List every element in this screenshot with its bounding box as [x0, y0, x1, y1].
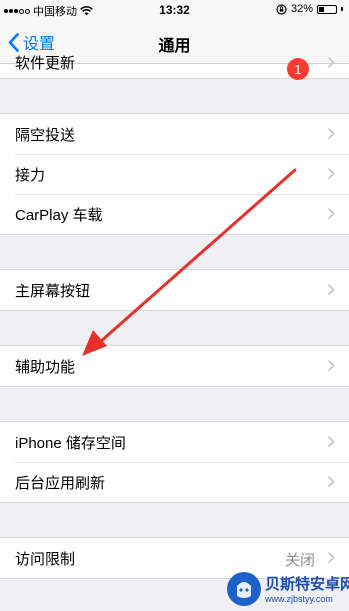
row-accessibility[interactable]: 辅助功能 — [0, 346, 349, 386]
chevron-right-icon — [327, 551, 335, 564]
update-badge: 1 — [287, 58, 309, 80]
row-detail: 关闭 — [284, 552, 315, 569]
chevron-right-icon — [327, 56, 335, 69]
status-right: 32% — [276, 3, 343, 15]
chevron-right-icon — [327, 167, 335, 180]
battery-icon — [317, 4, 337, 14]
row-background-refresh[interactable]: 后台应用刷新 — [0, 462, 349, 502]
watermark: 贝斯特安卓网 www.zjbstyy.com — [227, 570, 349, 610]
row-label: 隔空投送 — [15, 126, 76, 144]
rotation-lock-icon — [276, 3, 287, 15]
battery-percent: 32% — [290, 3, 313, 15]
row-label: 访问限制 — [15, 550, 76, 568]
row-label: CarPlay 车载 — [15, 206, 103, 224]
row-label: 主屏幕按钮 — [15, 282, 91, 300]
chevron-right-icon — [327, 283, 335, 296]
chevron-right-icon — [327, 127, 335, 140]
group-continuity: 隔空投送 接力 CarPlay 车载 — [0, 113, 349, 235]
group-storage: iPhone 储存空间 后台应用刷新 — [0, 421, 349, 503]
row-label: iPhone 储存空间 — [15, 434, 126, 452]
chevron-right-icon — [327, 475, 335, 488]
row-iphone-storage[interactable]: iPhone 储存空间 — [0, 422, 349, 462]
software-update-label[interactable]: 软件更新 — [15, 52, 75, 73]
row-label: 接力 — [15, 166, 46, 184]
group-accessibility: 辅助功能 — [0, 345, 349, 387]
group-software-update: 软件更新 1 — [0, 55, 349, 80]
battery-cap — [341, 7, 343, 11]
row-handoff[interactable]: 接力 — [0, 154, 349, 194]
settings-list: 软件更新 1 隔空投送 接力 CarPlay 车载 主屏幕按钮 辅助功能 iPh… — [0, 55, 349, 579]
battery-fill — [319, 6, 325, 12]
row-label: 后台应用刷新 — [15, 474, 106, 492]
row-carplay[interactable]: CarPlay 车载 — [0, 194, 349, 234]
watermark-logo-icon — [227, 572, 261, 606]
row-airdrop[interactable]: 隔空投送 — [0, 114, 349, 154]
chevron-right-icon — [327, 207, 335, 220]
group-home-button: 主屏幕按钮 — [0, 269, 349, 311]
status-bar: 中国移动 13:32 32% — [0, 0, 349, 20]
watermark-title: 贝斯特安卓网 — [265, 576, 349, 593]
row-label: 辅助功能 — [15, 358, 76, 376]
chevron-right-icon — [327, 359, 335, 372]
row-home-button[interactable]: 主屏幕按钮 — [0, 270, 349, 310]
watermark-url: www.zjbstyy.com — [265, 594, 333, 604]
chevron-right-icon — [327, 435, 335, 448]
